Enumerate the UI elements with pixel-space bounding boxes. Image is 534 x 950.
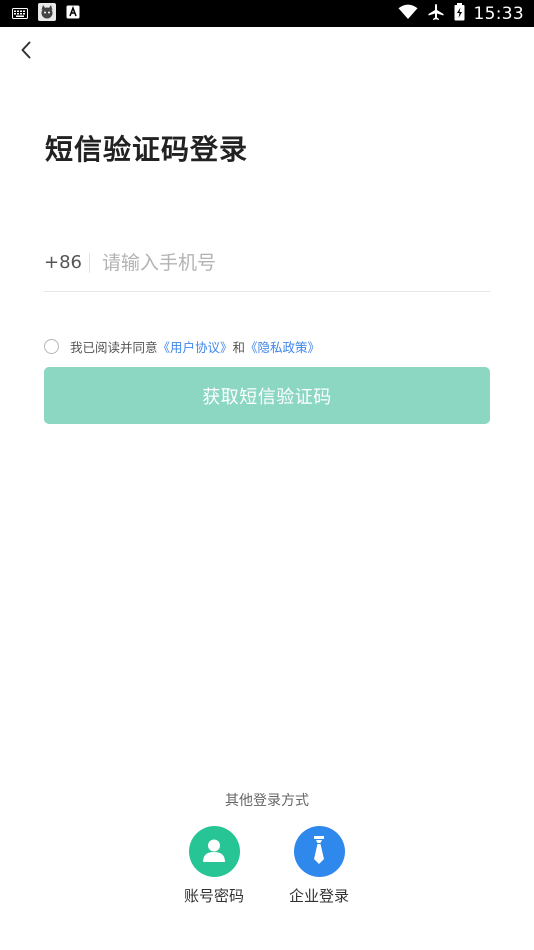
agreement-row: 我已阅读并同意 《用户协议》 和 《隐私政策》: [44, 337, 320, 355]
enterprise-login-option[interactable]: 企业登录: [274, 826, 364, 906]
font-notification-icon: [66, 4, 80, 23]
country-code[interactable]: +86: [44, 252, 82, 273]
enterprise-login-circle[interactable]: [293, 826, 345, 877]
keyboard-icon: [12, 4, 28, 23]
airplane-icon: [427, 3, 445, 25]
get-sms-code-button[interactable]: 获取短信验证码: [44, 367, 490, 424]
back-button[interactable]: [12, 38, 40, 66]
account-login-label: 账号密码: [183, 887, 244, 905]
account-password-login-option[interactable]: 账号密码: [169, 826, 259, 906]
agreement-prefix: 我已阅读并同意: [70, 339, 158, 355]
battery-icon: [454, 2, 465, 25]
agreement-radio[interactable]: [44, 338, 59, 354]
phone-divider: [89, 253, 90, 273]
sms-login-screen: 15:33 短信验证码登录 +86 我已阅读并同意 《用户协议》 和 《隐私政策…: [0, 0, 534, 950]
phone-input-row: +86: [44, 240, 490, 292]
other-login-title: 其他登录方式: [225, 793, 309, 809]
phone-input[interactable]: [102, 248, 482, 278]
status-time: 15:33: [473, 3, 524, 24]
enterprise-login-label: 企业登录: [288, 887, 349, 905]
chevron-left-icon: [19, 40, 33, 64]
user-icon: [200, 836, 228, 868]
account-login-circle[interactable]: [188, 826, 240, 877]
privacy-policy-link[interactable]: 《隐私政策》: [245, 337, 320, 356]
user-agreement-link[interactable]: 《用户协议》: [158, 337, 233, 356]
agreement-conjunction: 和: [232, 339, 246, 355]
tie-icon: [309, 835, 329, 869]
cat-notification-icon: [38, 2, 56, 25]
page-title: 短信验证码登录: [45, 133, 249, 166]
wifi-icon: [398, 4, 418, 24]
status-bar: 15:33: [0, 0, 534, 27]
